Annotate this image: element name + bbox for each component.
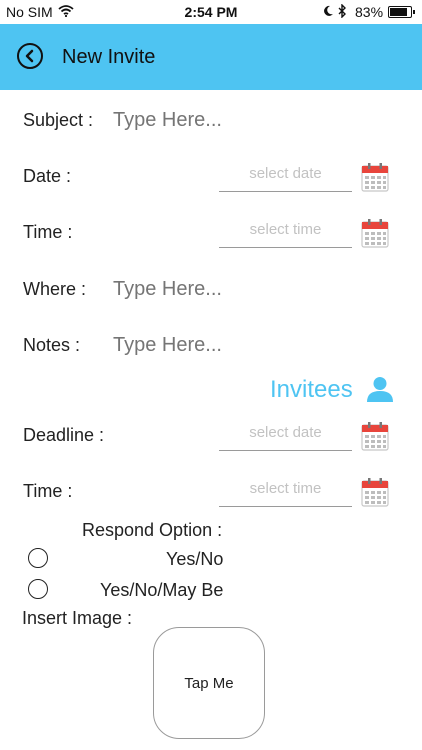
deadline-label: Deadline : [23, 425, 105, 445]
bluetooth-icon [337, 3, 347, 21]
tap-me-button[interactable]: Tap Me [153, 627, 265, 739]
person-icon[interactable] [366, 376, 394, 402]
battery-percent: 83% [355, 4, 384, 20]
deadline-date-picker[interactable]: select date [219, 420, 352, 451]
back-button[interactable] [17, 43, 43, 69]
where-input[interactable] [113, 278, 393, 301]
radio-yes-no[interactable] [28, 548, 48, 568]
battery-icon [388, 6, 415, 18]
page-title: New Invite [62, 46, 156, 68]
notes-input[interactable] [113, 334, 393, 357]
nav-bar: New Invite [0, 24, 422, 90]
battery-nub [413, 10, 415, 14]
time-label: Time : [23, 222, 73, 242]
radio-label-yes-no: Yes/No [166, 549, 224, 569]
insert-image-label: Insert Image : [22, 608, 133, 628]
calendar-icon[interactable] [361, 162, 389, 192]
deadline-time-label: Time : [23, 481, 73, 501]
back-circle-icon [25, 49, 34, 63]
status-bar: No SIM 2:54 PM 83% [0, 0, 422, 24]
time-picker[interactable]: select time [219, 217, 352, 248]
calendar-icon[interactable] [361, 218, 389, 248]
date-picker[interactable]: select date [219, 161, 352, 192]
radio-label-yes-no-maybe: Yes/No/May Be [100, 580, 224, 600]
notes-label: Notes : [23, 335, 81, 355]
subject-label: Subject : [23, 110, 94, 130]
moon-icon [322, 4, 334, 20]
radio-yes-no-maybe[interactable] [28, 579, 48, 599]
date-label: Date : [23, 166, 72, 186]
subject-input[interactable] [113, 109, 393, 132]
invitees-label[interactable]: Invitees [270, 376, 353, 404]
calendar-icon[interactable] [361, 421, 389, 451]
calendar-icon[interactable] [361, 477, 389, 507]
where-label: Where : [23, 279, 87, 299]
battery-fill [390, 8, 407, 16]
deadline-time-picker[interactable]: select time [219, 476, 352, 507]
respond-option-title: Respond Option : [82, 520, 223, 540]
